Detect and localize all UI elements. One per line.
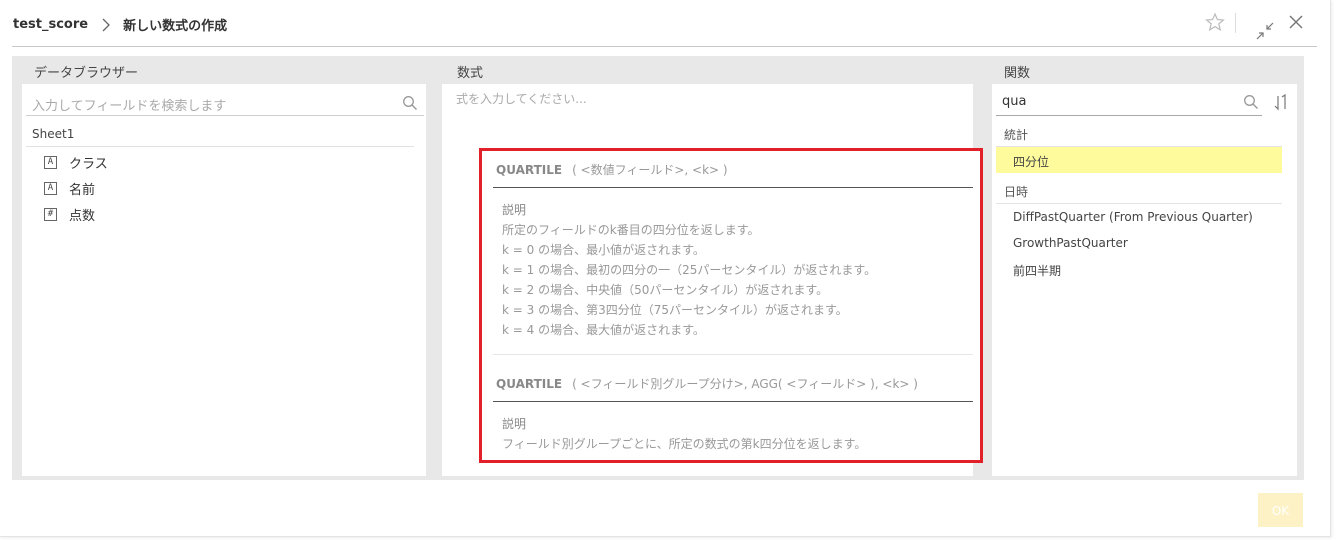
collapse-icon[interactable] xyxy=(1256,22,1274,40)
header-divider-line xyxy=(12,46,1317,47)
field-search-input[interactable]: 入力してフィールドを検索します xyxy=(32,95,226,114)
function-item-quartile[interactable]: 四分位 xyxy=(1013,153,1049,170)
function-name: QUARTILE xyxy=(496,377,563,391)
description-line: k = 1 の場合、最初の四分の一（25パーセンタイル）が返されます。 xyxy=(502,263,877,277)
signature-divider xyxy=(493,187,973,188)
description-line: k = 2 の場合、中央値（50パーセンタイル）が返されます。 xyxy=(502,283,829,297)
description-line: k = 0 の場合、最小値が返されます。 xyxy=(502,243,705,257)
field-item[interactable]: A クラス xyxy=(44,153,108,172)
breadcrumb-root[interactable]: test_score xyxy=(13,17,88,32)
chevron-right-icon xyxy=(102,18,111,31)
description-line: k = 3 の場合、第3四分位（75パーセンタイル）が返されます。 xyxy=(502,303,848,317)
function-item-diffpastquarter[interactable]: DiffPastQuarter (From Previous Quarter) xyxy=(1013,210,1253,224)
search-icon[interactable] xyxy=(402,95,418,111)
function-item-previous-quarter[interactable]: 前四半期 xyxy=(1013,262,1061,279)
page-title: 新しい数式の作成 xyxy=(123,19,228,34)
formula-placeholder: 式を入力してください... xyxy=(456,92,587,106)
description-line: k = 4 の場合、最大値が返されます。 xyxy=(502,323,705,337)
formula-title: 数式 xyxy=(457,66,484,81)
function-name: QUARTILE xyxy=(496,163,563,177)
sheet-divider xyxy=(26,146,414,147)
description-text: 所定のフィールドのk番目の四分位を返します。 k = 0 の場合、最小値が返され… xyxy=(502,220,876,340)
section-divider xyxy=(493,354,973,355)
function-help-tooltip: QUARTILE ( <数値フィールド>, <k> ) 説明 所定のフィールドのk… xyxy=(479,148,983,463)
field-label: 名前 xyxy=(69,183,96,198)
signature-1: QUARTILE ( <数値フィールド>, <k> ) xyxy=(496,161,728,178)
function-item-growthpastquarter[interactable]: GrowthPastQuarter xyxy=(1013,236,1128,250)
function-category-datetime[interactable]: 日時 xyxy=(1004,183,1028,200)
data-browser-body: 入力してフィールドを検索します Sheet1 A クラス A 名前 # 点数 xyxy=(22,84,426,476)
function-args: ( <フィールド別グループ分け>, AGG( <フィールド> ), <k> ) xyxy=(572,377,918,391)
ok-button[interactable]: OK xyxy=(1258,493,1303,527)
field-item[interactable]: # 点数 xyxy=(44,205,95,224)
description-label: 説明 xyxy=(502,203,527,217)
function-args: ( <数値フィールド>, <k> ) xyxy=(572,163,728,177)
star-icon[interactable] xyxy=(1205,12,1225,32)
header-divider xyxy=(1235,13,1236,33)
text-type-icon: A xyxy=(44,156,57,169)
signature-divider xyxy=(493,401,973,402)
text-type-icon: A xyxy=(44,182,57,195)
breadcrumb: test_score 新しい数式の作成 xyxy=(13,15,227,34)
field-label: クラス xyxy=(69,157,108,172)
number-type-icon: # xyxy=(44,208,57,221)
function-search-input[interactable]: qua xyxy=(1002,94,1026,109)
category-divider xyxy=(996,203,1282,204)
dialog-header: test_score 新しい数式の作成 xyxy=(0,0,1330,46)
sheet-name[interactable]: Sheet1 xyxy=(32,127,74,141)
search-underline xyxy=(26,115,424,116)
description-text: フィールド別グループごとに、所定の数式の第k四分位を返します。 xyxy=(502,437,867,451)
functions-title: 関数 xyxy=(1004,66,1031,81)
field-label: 点数 xyxy=(69,209,96,224)
search-icon[interactable] xyxy=(1243,94,1259,110)
description-label: 説明 xyxy=(502,417,527,431)
data-browser-title: データブラウザー xyxy=(34,66,139,81)
functions-body: qua 統計 四分位 日時 DiffPastQuarter (From Prev… xyxy=(992,84,1297,476)
search-underline xyxy=(996,115,1262,116)
signature-2: QUARTILE ( <フィールド別グループ分け>, AGG( <フィールド> )… xyxy=(496,375,918,392)
data-browser-panel: データブラウザー 入力してフィールドを検索します Sheet1 A クラス A … xyxy=(16,56,432,480)
field-item[interactable]: A 名前 xyxy=(44,179,95,198)
close-icon[interactable] xyxy=(1286,12,1306,32)
formula-dialog: test_score 新しい数式の作成 データブラウザー 入力してフィールドを検… xyxy=(0,0,1331,537)
function-category-statistics[interactable]: 統計 xyxy=(1004,126,1028,143)
description-line: 所定のフィールドのk番目の四分位を返します。 xyxy=(502,223,760,237)
functions-panel: 関数 qua 統計 四分位 日時 DiffPastQuarter (From P… xyxy=(987,56,1302,480)
sort-icon[interactable] xyxy=(1273,94,1289,112)
